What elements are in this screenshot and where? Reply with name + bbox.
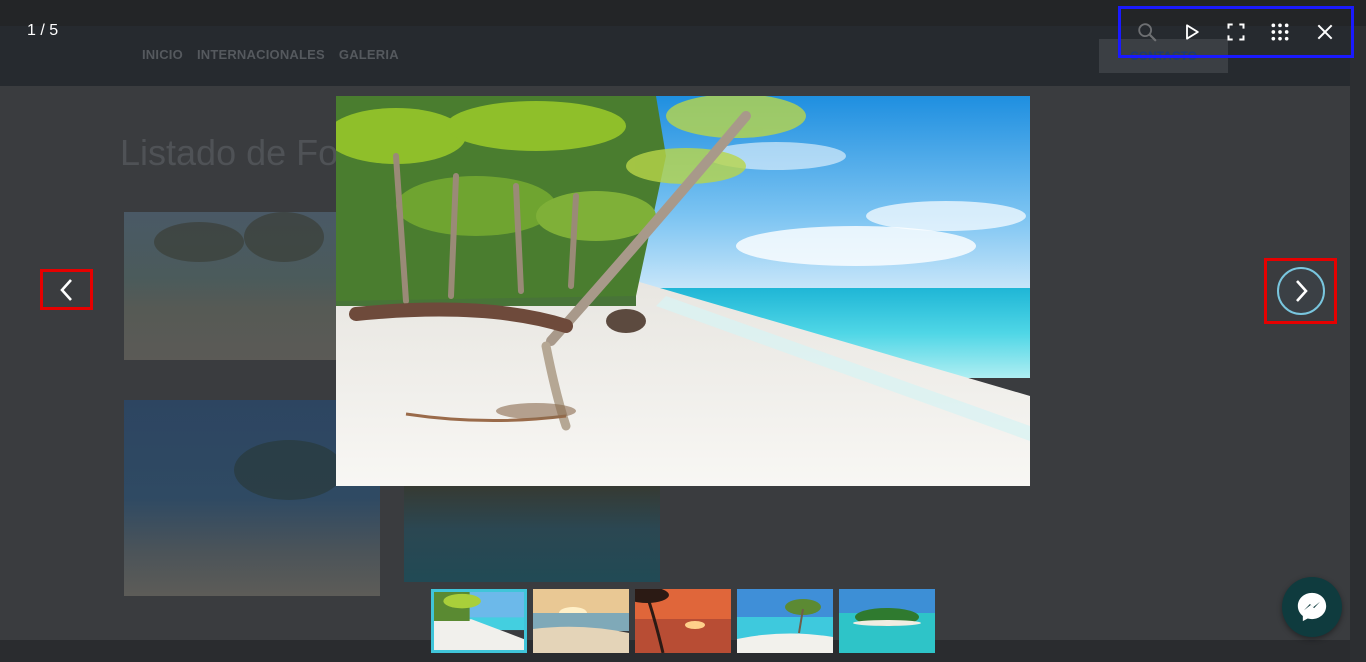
next-button-circle xyxy=(1276,267,1325,315)
thumbnail-strip xyxy=(431,589,935,653)
messenger-chat-button[interactable] xyxy=(1282,577,1342,637)
site-nav-links: INICIO INTERNACIONALES GALERIA xyxy=(142,47,399,62)
thumbnail-sunset-shore[interactable] xyxy=(533,589,629,653)
gallery-card xyxy=(404,486,660,582)
play-slideshow-button[interactable] xyxy=(1174,14,1210,50)
thumbnail-palm-lagoon[interactable] xyxy=(737,589,833,653)
gallery-card xyxy=(124,212,336,360)
messenger-icon xyxy=(1297,592,1327,622)
thumbnails-grid-button[interactable] xyxy=(1262,14,1298,50)
page-title: Listado de Fo xyxy=(120,132,339,173)
thumbnail-palm-sunset[interactable] xyxy=(635,589,731,653)
page-scrollbar xyxy=(1350,26,1366,662)
zoom-icon xyxy=(1138,23,1157,42)
chevron-right-icon xyxy=(1295,280,1308,302)
play-icon xyxy=(1185,24,1199,40)
previous-slide-button[interactable] xyxy=(40,269,93,310)
lightbox-toolbar xyxy=(1118,6,1354,58)
fullscreen-button[interactable] xyxy=(1218,14,1254,50)
nav-link-galeria: GALERIA xyxy=(338,47,399,62)
thumbnail-island[interactable] xyxy=(839,589,935,653)
fullscreen-icon xyxy=(1227,23,1245,41)
next-slide-button[interactable] xyxy=(1264,258,1337,324)
close-icon xyxy=(1317,24,1333,40)
nav-link-inicio: INICIO xyxy=(142,47,183,62)
main-slide-image[interactable] xyxy=(336,96,1030,486)
grid-icon xyxy=(1271,23,1289,41)
nav-link-internacionales: INTERNACIONALES xyxy=(196,47,325,62)
thumbnail-palm-beach[interactable] xyxy=(431,589,527,653)
slide-counter: 1 / 5 xyxy=(27,22,59,39)
chevron-left-icon xyxy=(59,278,72,301)
beach-photo xyxy=(336,96,1030,486)
close-button[interactable] xyxy=(1307,14,1343,50)
zoom-button[interactable] xyxy=(1129,14,1165,50)
